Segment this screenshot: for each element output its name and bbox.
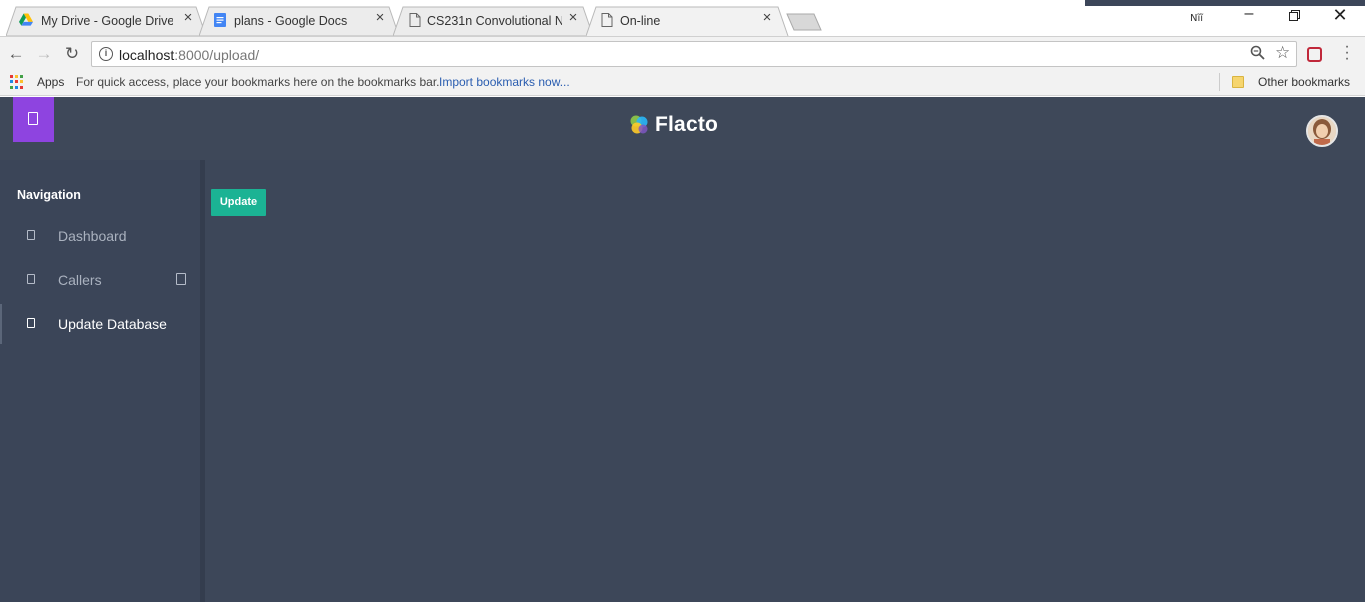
chrome-menu-icon[interactable]: · · · bbox=[1340, 39, 1354, 67]
bookmarks-bar: Apps For quick access, place your bookma… bbox=[0, 70, 1365, 96]
other-bookmarks[interactable]: Other bookmarks bbox=[1258, 75, 1350, 89]
app-root: Flacto Navigation Dashboard Callers Upda… bbox=[0, 97, 1365, 602]
zoom-icon[interactable] bbox=[1250, 45, 1265, 64]
folder-icon bbox=[1232, 76, 1244, 88]
nav-title: Navigation bbox=[17, 188, 81, 202]
tab-title: plans - Google Docs bbox=[234, 14, 348, 28]
forward-arrow-icon[interactable]: → bbox=[34, 44, 54, 64]
tab-title: On-line bbox=[620, 14, 661, 28]
sidebar-item-label: Update Database bbox=[58, 316, 167, 332]
menu-icon bbox=[28, 112, 38, 125]
close-tab-icon[interactable]: × bbox=[373, 10, 387, 25]
bookmark-star-icon[interactable]: ☆ bbox=[1275, 43, 1290, 63]
database-icon bbox=[27, 318, 35, 328]
sidebar-item-label: Callers bbox=[58, 272, 102, 288]
new-tab-button[interactable] bbox=[786, 13, 822, 31]
close-tab-icon[interactable]: × bbox=[566, 10, 580, 25]
back-arrow-icon[interactable]: ← bbox=[6, 44, 26, 64]
bookmarks-hint: For quick access, place your bookmarks h… bbox=[76, 75, 440, 89]
flacto-logo-icon bbox=[630, 115, 648, 134]
sidebar-item-label: Dashboard bbox=[58, 228, 127, 244]
minimize-icon[interactable]: – bbox=[1239, 5, 1259, 23]
main-content: Update bbox=[205, 160, 1365, 602]
page-icon bbox=[601, 13, 613, 27]
url-path: :8000/upload/ bbox=[174, 47, 260, 63]
apps-grid-icon[interactable] bbox=[10, 75, 24, 89]
tab-title: CS231n Convolutional Ne bbox=[427, 14, 562, 28]
site-info-icon[interactable]: i bbox=[99, 47, 113, 61]
profile-indicator[interactable]: Nĩĩ bbox=[1190, 13, 1203, 24]
apps-shortcut[interactable]: Apps bbox=[37, 75, 64, 89]
restore-icon[interactable] bbox=[1284, 8, 1304, 24]
window-titlebar-dark bbox=[1085, 0, 1365, 6]
sidebar-item-dashboard[interactable]: Dashboard bbox=[0, 216, 200, 256]
update-button[interactable]: Update bbox=[211, 189, 266, 216]
brand-name: Flacto bbox=[655, 113, 719, 136]
url-text[interactable]: localhost:8000/upload/ bbox=[119, 47, 259, 63]
sidebar-item-callers[interactable]: Callers bbox=[0, 260, 200, 300]
app-header: Flacto bbox=[0, 97, 1365, 160]
submenu-expand-icon[interactable] bbox=[176, 273, 186, 285]
browser-tab-strip: My Drive - Google Drive × plans - Google… bbox=[0, 0, 1365, 36]
close-tab-icon[interactable]: × bbox=[181, 10, 195, 25]
reload-icon[interactable]: ↻ bbox=[62, 44, 82, 64]
google-drive-icon bbox=[19, 13, 33, 26]
import-bookmarks-link[interactable]: Import bookmarks now... bbox=[439, 75, 570, 89]
sidebar: Navigation Dashboard Callers Update Data… bbox=[0, 160, 200, 602]
google-docs-icon bbox=[214, 13, 226, 27]
bookmarks-divider bbox=[1219, 73, 1220, 91]
address-bar[interactable]: i localhost:8000/upload/ ☆ bbox=[91, 41, 1297, 67]
url-host: localhost bbox=[119, 47, 175, 63]
active-indicator bbox=[0, 304, 2, 344]
sidebar-item-update-database[interactable]: Update Database bbox=[0, 304, 200, 344]
browser-toolbar: ← → ↻ i localhost:8000/upload/ ☆ · · · bbox=[0, 36, 1365, 70]
brand[interactable]: Flacto bbox=[628, 113, 718, 137]
callers-icon bbox=[27, 274, 35, 284]
dashboard-icon bbox=[27, 230, 35, 240]
pocket-extension-icon[interactable] bbox=[1307, 47, 1322, 62]
close-window-icon[interactable]: ✕ bbox=[1330, 5, 1350, 26]
close-tab-icon[interactable]: × bbox=[760, 10, 774, 25]
page-icon bbox=[409, 13, 421, 27]
user-avatar[interactable] bbox=[1306, 115, 1338, 147]
tab-title: My Drive - Google Drive bbox=[41, 14, 173, 28]
menu-toggle-button[interactable] bbox=[13, 97, 54, 142]
